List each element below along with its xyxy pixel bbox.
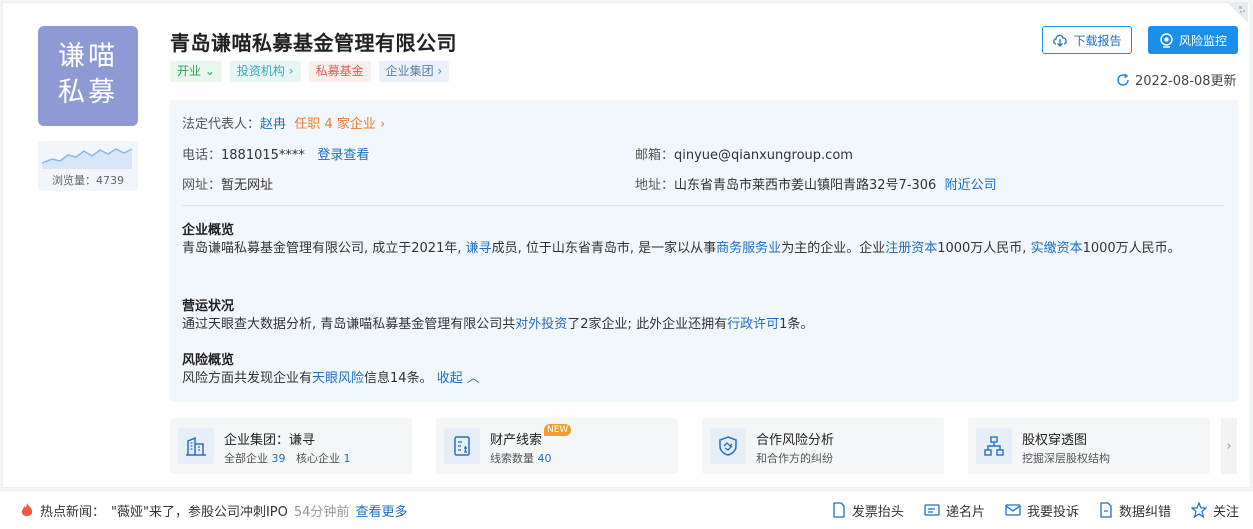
collapse-link[interactable]: 收起 ︿: [437, 371, 480, 386]
legal-rep-row: 法定代表人：赵冉 任职 4 家企业 ›: [182, 117, 386, 132]
license-link[interactable]: 行政许可: [727, 317, 779, 332]
address-row: 地址：山东省青岛市莱西市姜山镇阳青路32号7-306 附近公司: [635, 178, 997, 193]
business-card-button[interactable]: 递名片: [924, 501, 985, 520]
new-badge: NEW: [544, 424, 572, 436]
risk-monitor-button[interactable]: 风险监控: [1148, 26, 1238, 54]
invoice-title-button[interactable]: 发票抬头: [832, 501, 904, 520]
star-icon: [1190, 502, 1207, 518]
registered-capital-link[interactable]: 注册资本: [885, 241, 937, 256]
hot-news: 热点新闻： "薇娅"来了，参股公司冲刺IPO 54分钟前 查看更多: [20, 501, 407, 520]
risk-heading: 风险概览: [182, 353, 235, 368]
login-to-view-link[interactable]: 登录查看: [317, 148, 369, 163]
footer-actions: 发票抬头 递名片 我要投诉 数据纠错 关注: [832, 501, 1239, 520]
legal-rep-posts-link[interactable]: 任职 4 家企业 ›: [294, 117, 385, 132]
overview-text: 青岛谦喵私募基金管理有限公司, 成立于2021年, 谦寻成员, 位于山东省青岛市…: [182, 241, 1181, 256]
tile-company-group[interactable]: 企业集团：谦寻 全部企业 39 核心企业 1: [170, 418, 412, 474]
email-row: 邮箱：qinyue@qianxungroup.com: [635, 148, 853, 163]
handshake-shield-icon: [710, 428, 746, 464]
tag-group[interactable]: 企业集团 ›: [378, 61, 450, 82]
complaint-button[interactable]: 我要投诉: [1005, 501, 1079, 520]
legal-rep-link[interactable]: 赵冉: [260, 117, 286, 132]
logo-text-line1: 谦喵: [58, 41, 118, 72]
tile-property-sub: 线索数量 40: [490, 452, 552, 465]
company-tags: 开业 ⌄ 投资机构 › 私募基金 企业集团 ›: [170, 61, 450, 82]
risk-text: 风险方面共发现企业有天眼风险信息14条。 收起 ︿: [182, 371, 480, 386]
news-more-link[interactable]: 查看更多: [355, 501, 407, 520]
chevron-right-icon: ›: [288, 64, 294, 78]
tile-risk-sub: 和合作方的纠纷: [756, 452, 833, 465]
fire-icon: [21, 503, 33, 516]
nearby-companies-link[interactable]: 附近公司: [945, 178, 997, 193]
data-correction-button[interactable]: 数据纠错: [1099, 501, 1171, 520]
views-sparkline: [42, 148, 133, 169]
tile-property-clues[interactable]: 财产线索NEW 线索数量 40: [436, 418, 678, 474]
tile-group-title: 企业集团：谦寻: [224, 433, 316, 448]
tile-equity-title: 股权穿透图: [1022, 433, 1088, 448]
tile-risk-title: 合作风险分析: [756, 433, 835, 448]
news-headline[interactable]: "薇娅"来了，参股公司冲刺IPO: [111, 501, 288, 520]
building-icon: [178, 428, 214, 464]
news-time: 54分钟前: [293, 504, 350, 520]
website-row: 网址：暂无网址: [182, 178, 274, 193]
org-chart-icon: [976, 428, 1012, 464]
tile-property-title: 财产线索NEW: [490, 424, 572, 448]
views-count: 浏览量：4739: [52, 174, 124, 187]
tile-equity-penetration[interactable]: 股权穿透图 挖掘深层股权结构: [968, 418, 1210, 474]
edit-document-icon: [1100, 502, 1112, 518]
card-icon: [924, 504, 940, 516]
company-name: 青岛谦喵私募基金管理有限公司: [170, 31, 457, 55]
download-report-button[interactable]: 下载报告: [1042, 26, 1132, 54]
paid-capital-link[interactable]: 实缴资本: [1031, 241, 1083, 256]
mail-icon: [1005, 504, 1021, 516]
company-logo: 谦喵 私募: [38, 26, 138, 126]
tiles-next-arrow[interactable]: ›: [1221, 418, 1237, 474]
refresh-icon[interactable]: [1116, 72, 1130, 87]
logo-text-line2: 私募: [58, 77, 118, 108]
chevron-down-icon: ⌄: [204, 64, 215, 78]
operation-text: 通过天眼查大数据分析, 青岛谦喵私募基金管理有限公司共对外投资了2家企业; 此外…: [182, 317, 814, 332]
update-date: 2022-08-08更新: [1116, 70, 1237, 89]
tag-status[interactable]: 开业 ⌄: [170, 61, 222, 82]
tag-private-fund: 私募基金: [308, 61, 371, 82]
company-header-card: 谦喵 私募 浏览量：4739 青岛谦喵私募基金管理有限公司 开业 ⌄ 投资机构 …: [2, 2, 1251, 488]
monitor-eye-icon: [1160, 32, 1173, 48]
property-clue-icon: [444, 428, 480, 464]
document-icon: [833, 502, 845, 518]
tile-cooperation-risk[interactable]: 合作风险分析 和合作方的纠纷: [702, 418, 944, 474]
overview-heading: 企业概览: [182, 223, 235, 238]
follow-button[interactable]: 关注: [1190, 501, 1239, 520]
cloud-download-icon: [1053, 34, 1068, 47]
company-info-panel: 法定代表人：赵冉 任职 4 家企业 › 电话：1881015**** 登录查看 …: [170, 100, 1238, 402]
industry-link[interactable]: 商务服务业: [716, 241, 781, 256]
chevron-right-icon: ›: [1226, 438, 1232, 454]
tile-group-sub: 全部企业 39 核心企业 1: [224, 452, 351, 465]
views-widget: 浏览量：4739: [38, 141, 138, 191]
phone-row: 电话：1881015**** 登录查看: [182, 148, 370, 163]
tag-investor[interactable]: 投资机构 ›: [229, 61, 301, 82]
chevron-right-icon: ›: [437, 64, 443, 78]
operation-heading: 营运状况: [182, 299, 235, 314]
tile-equity-sub: 挖掘深层股权结构: [1022, 452, 1110, 465]
feature-tiles: 企业集团：谦寻 全部企业 39 核心企业 1 财产线索NEW 线索数量 40 合…: [170, 418, 1210, 474]
info-divider: [182, 205, 1224, 206]
investment-link[interactable]: 对外投资: [515, 317, 567, 332]
group-link[interactable]: 谦寻: [466, 241, 492, 256]
footer-bar: 热点新闻： "薇娅"来了，参股公司冲刺IPO 54分钟前 查看更多 发票抬头 递名…: [0, 490, 1253, 529]
chevron-up-icon: ︿: [466, 371, 480, 386]
news-label: 热点新闻：: [40, 504, 106, 520]
tianyan-risk-link[interactable]: 天眼风险: [312, 371, 364, 386]
qr-corner-icon[interactable]: [1228, 3, 1248, 23]
